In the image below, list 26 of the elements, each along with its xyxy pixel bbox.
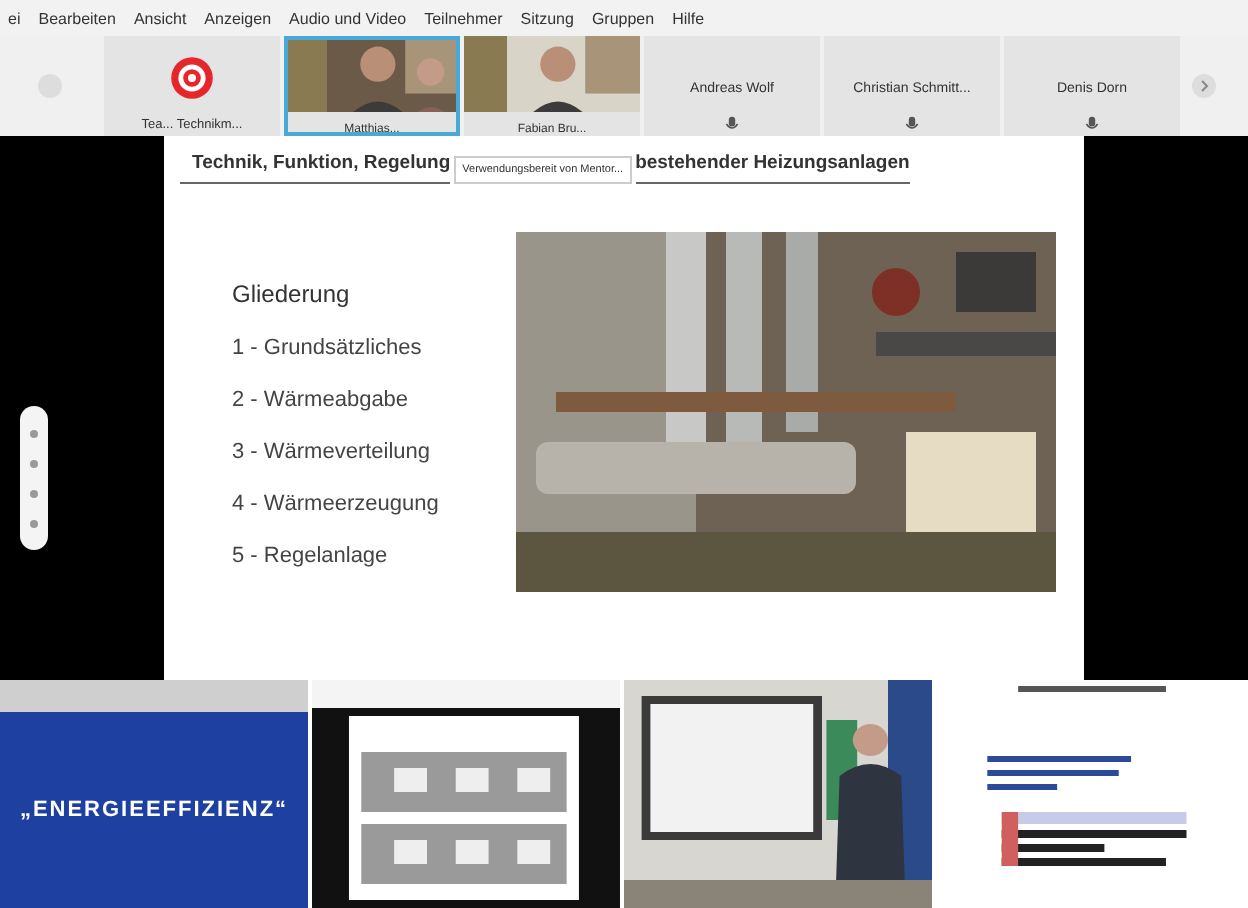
slide-title: bestehender Heizungsanlagen — [635, 148, 910, 184]
menu-item[interactable]: Teilnehmer — [424, 9, 503, 27]
menu-item[interactable]: Hilfe — [672, 9, 705, 27]
menu-item[interactable]: Sitzung — [520, 9, 574, 27]
menu-item[interactable]: Audio und Video — [289, 9, 407, 27]
logo-icon — [168, 54, 216, 102]
side-toolbar[interactable] — [20, 406, 48, 550]
microphone-icon — [1084, 116, 1100, 132]
outline-item: 2 - Wärmeabgabe — [232, 388, 411, 412]
shared-screen[interactable]: „ENERGIEEFFIZIENZ“ — [0, 680, 308, 908]
outline-item: 1 - Grundsätzliches — [232, 336, 424, 360]
menu-item[interactable]: Ansicht — [133, 9, 187, 27]
chevron-right-icon — [1192, 74, 1216, 98]
menu-item[interactable]: Bearbeiten — [38, 9, 116, 27]
microphone-icon — [724, 116, 740, 132]
slide-title: Technik, Funktion, Regelung — [180, 148, 451, 184]
menu-item[interactable]: Anzeigen — [204, 9, 272, 27]
outline-item: 5 - Regelanlage — [232, 544, 390, 568]
outline-item: 4 - Wärmeerzeugung — [232, 492, 439, 516]
microphone-icon — [904, 116, 920, 132]
menu-item[interactable]: Gruppen — [591, 9, 655, 27]
diagram-drawing[interactable] — [312, 680, 620, 908]
menu-item[interactable]: ei — [8, 9, 21, 27]
slide-heading: Gliederung — [232, 280, 352, 308]
slide-title: „ENERGIEEFFIZIENZ“ — [19, 798, 289, 822]
outline-item: 3 - Wärmeverteilung — [232, 440, 433, 464]
